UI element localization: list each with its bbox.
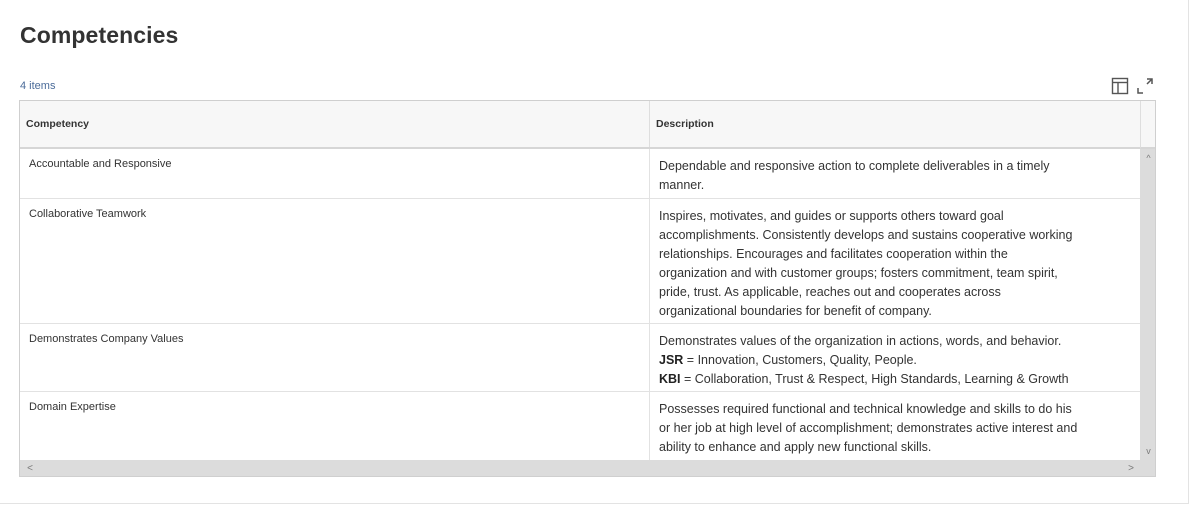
header-filler bbox=[1140, 101, 1155, 149]
table-row[interactable]: Accountable and Responsive Dependable an… bbox=[20, 149, 1140, 199]
competency-cell: Demonstrates Company Values bbox=[29, 333, 184, 345]
competency-cell: Domain Expertise bbox=[29, 401, 116, 413]
expand-icon[interactable] bbox=[1136, 77, 1154, 95]
description-line: Dependable and responsive action to comp… bbox=[659, 159, 1050, 173]
view-columns-icon[interactable] bbox=[1111, 77, 1129, 95]
description-line: Inspires, motivates, and guides or suppo… bbox=[659, 209, 1004, 223]
horizontal-scrollbar[interactable]: < > bbox=[20, 460, 1155, 476]
item-count: 4 items bbox=[20, 80, 56, 92]
column-header-competency[interactable]: Competency bbox=[20, 101, 649, 147]
scroll-up-icon[interactable]: ^ bbox=[1140, 151, 1155, 165]
vertical-scrollbar[interactable]: ^ v bbox=[1140, 149, 1155, 460]
kbi-text: = Collaboration, Trust & Respect, High S… bbox=[680, 372, 1069, 386]
table-row[interactable]: Domain Expertise Possesses required func… bbox=[20, 392, 1140, 460]
description-line: Demonstrates values of the organization … bbox=[659, 334, 1062, 348]
description-cell: Inspires, motivates, and guides or suppo… bbox=[649, 199, 1140, 323]
description-cell: Dependable and responsive action to comp… bbox=[649, 149, 1140, 198]
description-line: accomplishments. Consistently develops a… bbox=[659, 228, 1073, 242]
description-line: Possesses required functional and techni… bbox=[659, 402, 1072, 416]
table-row[interactable]: Collaborative Teamwork Inspires, motivat… bbox=[20, 199, 1140, 324]
scroll-down-icon[interactable]: v bbox=[1140, 444, 1155, 458]
scroll-right-icon[interactable]: > bbox=[1124, 460, 1138, 476]
description-line: manner. bbox=[659, 178, 705, 192]
grid-header: Competency Description bbox=[20, 101, 1140, 149]
jsr-text: = Innovation, Customers, Quality, People… bbox=[683, 353, 917, 367]
description-line: or her job at high level of accomplishme… bbox=[659, 421, 1078, 435]
competencies-grid: Competency Description Accountable and R… bbox=[19, 100, 1156, 477]
description-line: pride, trust. As applicable, reaches out… bbox=[659, 285, 1001, 299]
description-line: organization and with customer groups; f… bbox=[659, 266, 1058, 280]
competency-cell: Collaborative Teamwork bbox=[29, 208, 147, 220]
description-line: ability to enhance and apply new functio… bbox=[659, 440, 932, 454]
kbi-label: KBI bbox=[659, 372, 681, 386]
description-line: relationships. Encourages and facilitate… bbox=[659, 247, 1008, 261]
description-cell: Possesses required functional and techni… bbox=[649, 392, 1140, 460]
jsr-label: JSR bbox=[659, 353, 684, 367]
description-cell: Demonstrates values of the organization … bbox=[649, 324, 1140, 391]
description-line: organizational boundaries for benefit of… bbox=[659, 304, 932, 318]
description-line: KBI = Collaboration, Trust & Respect, Hi… bbox=[659, 370, 1132, 389]
competency-cell: Accountable and Responsive bbox=[29, 158, 172, 170]
scroll-left-icon[interactable]: < bbox=[23, 460, 37, 476]
table-row[interactable]: Demonstrates Company Values Demonstrates… bbox=[20, 324, 1140, 392]
column-header-description[interactable]: Description bbox=[649, 101, 1140, 147]
page-title: Competencies bbox=[20, 22, 179, 48]
description-line: JSR = Innovation, Customers, Quality, Pe… bbox=[659, 351, 1132, 370]
grid-body: Accountable and Responsive Dependable an… bbox=[20, 149, 1140, 460]
